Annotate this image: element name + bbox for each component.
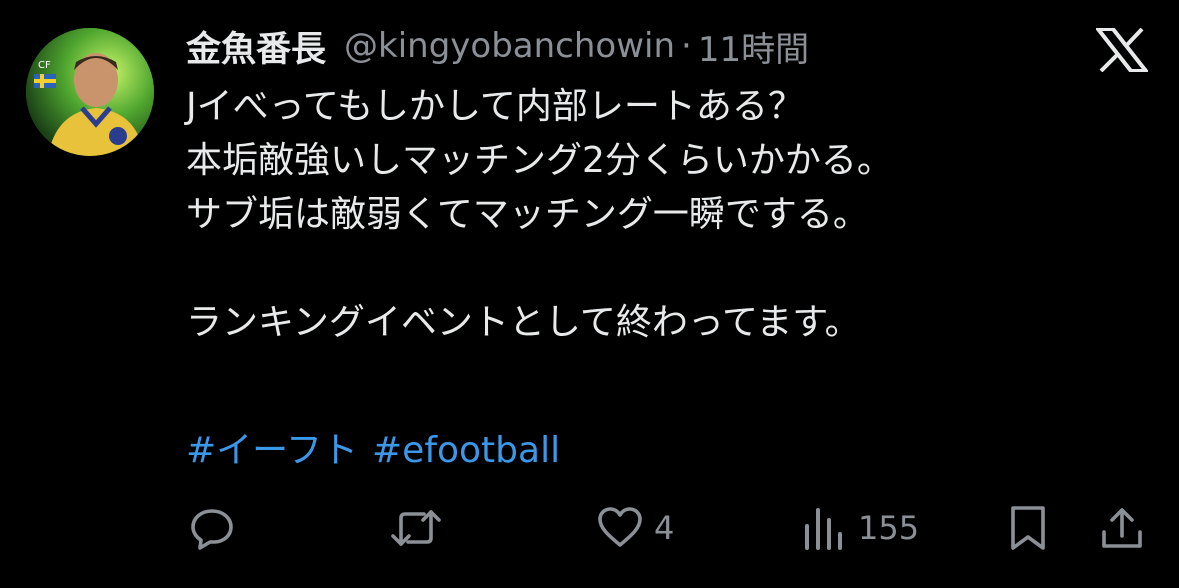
retweet-button[interactable]: [388, 498, 444, 558]
bookmark-icon: [1011, 506, 1045, 550]
share-icon: [1102, 508, 1142, 548]
tweet-line: 本垢敵強いしマッチング2分くらいかかる。: [186, 140, 893, 181]
views-icon: [805, 508, 842, 550]
bookmark-button[interactable]: [1004, 498, 1052, 558]
reply-icon: [191, 509, 233, 550]
hashtags: #イーフト #efootball: [186, 424, 560, 478]
separator-dot: ·: [681, 26, 692, 66]
player-photo-avatar: CF: [26, 28, 154, 156]
retweet-icon: [391, 510, 441, 546]
timestamp[interactable]: 11時間: [698, 22, 809, 71]
reply-button[interactable]: [188, 498, 236, 558]
like-count: 4: [654, 509, 675, 547]
tweet-line: ランキングイベントとして終わってます。: [186, 302, 861, 343]
avatar[interactable]: CF: [26, 28, 154, 156]
tweet-text: Jイべってもしかして内部レートある？ 本垢敵強いしマッチング2分くらいかかる。 …: [186, 80, 1146, 350]
user-handle[interactable]: @kingyobanchowin: [344, 26, 675, 66]
tweet-header: 金魚番長 @kingyobanchowin · 11時間: [186, 22, 809, 70]
views-count: 155: [858, 509, 920, 547]
action-bar: 4 155: [0, 498, 1179, 558]
share-button[interactable]: [1098, 498, 1146, 558]
display-name[interactable]: 金魚番長: [186, 21, 326, 72]
views-button[interactable]: 155: [800, 498, 919, 558]
x-logo-icon: [1093, 27, 1151, 73]
hashtag-link[interactable]: #イーフト: [186, 430, 358, 471]
tweet-line: Jイべってもしかして内部レートある？: [186, 86, 804, 127]
hashtag-link[interactable]: #efootball: [372, 430, 560, 471]
svg-text:CF: CF: [38, 60, 51, 71]
heart-icon: [598, 507, 642, 547]
like-button[interactable]: 4: [596, 498, 674, 558]
tweet-line: サブ垢は敵弱くてマッチング一瞬でする。: [186, 194, 869, 235]
